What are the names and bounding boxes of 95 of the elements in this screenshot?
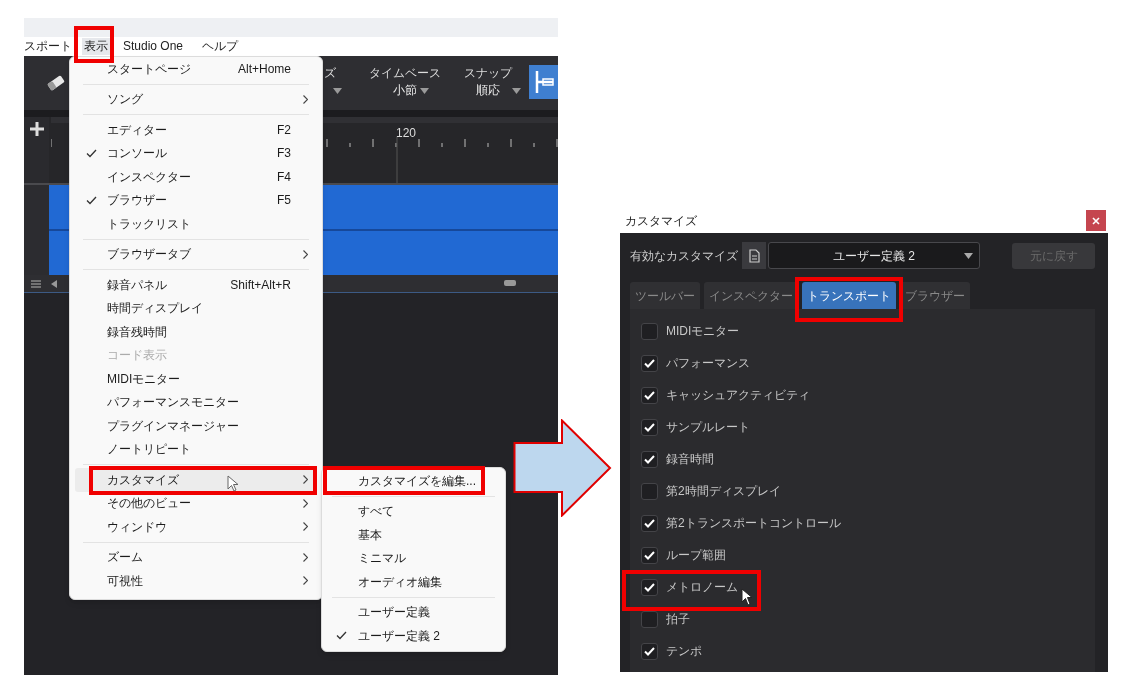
menu-item[interactable]: 時間ディスプレイ [75, 296, 317, 320]
toolbar-value[interactable]: 小節 [393, 83, 417, 97]
checkbox[interactable] [641, 578, 658, 596]
menu-item[interactable]: ミニマル [324, 546, 503, 570]
checkbox[interactable] [641, 418, 658, 436]
checkbox[interactable] [641, 546, 658, 564]
tab[interactable]: トランスポート [802, 282, 896, 309]
checkbox-label: パフォーマンス [666, 355, 750, 372]
mouse-pointer-icon [227, 475, 239, 492]
menu-item[interactable]: ユーザー定義 2 [324, 624, 503, 648]
dropdown-caret-icon[interactable] [333, 88, 342, 94]
menu-item[interactable]: トラックリスト [75, 212, 317, 236]
menu-item[interactable]: ブラウザー F5 [75, 188, 317, 212]
chevron-right-icon [302, 498, 308, 508]
menu-item[interactable]: 録音パネル Shift+Alt+R [75, 273, 317, 297]
chevron-right-icon [302, 522, 308, 532]
tab[interactable]: ブラウザー [900, 282, 970, 309]
menu-item[interactable]: ウィンドウ [75, 515, 317, 539]
check-icon [644, 454, 655, 464]
checkbox-label: ループ範囲 [666, 547, 726, 564]
checkbox[interactable] [641, 514, 658, 532]
scroll-thumb[interactable] [504, 280, 516, 286]
checkbox-label: 録音時間 [666, 451, 714, 468]
chevron-right-icon [302, 576, 308, 586]
toolbar-value[interactable]: 順応 [476, 83, 500, 97]
check-icon [644, 358, 655, 368]
menu-item[interactable]: スタートページ Alt+Home [75, 57, 317, 81]
chevron-right-icon [302, 94, 308, 104]
highlight-frame [74, 26, 114, 63]
scroll-left-icon[interactable] [51, 279, 57, 288]
bar-number: 120 [396, 125, 417, 142]
checkbox[interactable] [641, 354, 658, 372]
chevron-right-icon [302, 552, 308, 562]
checkbox-label: テンポ [666, 643, 702, 660]
document-icon[interactable] [742, 242, 766, 269]
menu-item[interactable]: プラグインマネージャー [75, 414, 317, 438]
toolbar-label: ズ [324, 66, 336, 80]
menu-item[interactable]: すべて [324, 499, 503, 523]
tab[interactable]: ツールバー [630, 282, 700, 309]
menu-item[interactable]: ソング [75, 87, 317, 111]
menu-item[interactable]: カスタマイズを編集... [324, 469, 503, 493]
menu-bar-item[interactable]: Studio One [121, 38, 186, 55]
checkbox[interactable] [641, 322, 658, 340]
check-icon [644, 518, 655, 528]
menu-bar-item[interactable]: ヘルプ [200, 38, 240, 55]
dropdown-caret-icon[interactable] [420, 88, 429, 94]
checkbox[interactable] [641, 450, 658, 468]
menu-bar-item[interactable]: スポート [24, 38, 72, 55]
chevron-right-icon [302, 475, 308, 485]
checkbox-label: キャッシュアクティビティ [666, 387, 810, 404]
field-label: 有効なカスタマイズ [630, 247, 739, 265]
toolbar-label: タイムベース [369, 66, 441, 80]
check-icon [85, 148, 97, 158]
checkbox[interactable] [641, 386, 658, 404]
tab[interactable]: インスペクター [704, 282, 798, 309]
checkbox-label: 第2トランスポートコントロール [666, 515, 841, 532]
menu-item[interactable]: 可視性 [75, 569, 317, 593]
check-icon [85, 195, 97, 205]
dropdown-field[interactable]: ユーザー定義 2 [768, 242, 980, 269]
dropdown-caret-icon[interactable] [512, 88, 521, 94]
add-icon[interactable] [28, 121, 45, 137]
menu-item[interactable]: ブラウザータブ [75, 242, 317, 266]
mouse-pointer-icon [741, 588, 753, 606]
checkbox[interactable] [641, 642, 658, 660]
checkbox[interactable] [641, 482, 658, 500]
menu-item[interactable]: コンソール F3 [75, 141, 317, 165]
menu-item[interactable]: エディター F2 [75, 118, 317, 142]
tool-button[interactable] [529, 65, 558, 99]
check-icon [644, 422, 655, 432]
chevron-right-icon [302, 249, 308, 259]
menu-item[interactable]: MIDIモニター [75, 367, 317, 391]
menu-item[interactable]: パフォーマンスモニター [75, 390, 317, 414]
checkbox-label: メトロノーム [666, 579, 738, 596]
checkbox-label: サンプルレート [666, 419, 750, 436]
checkbox-label: MIDIモニター [666, 323, 740, 340]
toolbar-label: スナップ [464, 66, 512, 80]
menu-icon[interactable] [31, 279, 41, 288]
close-button[interactable] [1086, 210, 1106, 231]
menu-item[interactable]: 録音残時間 [75, 320, 317, 344]
dropdown-caret-icon [964, 253, 973, 259]
check-icon [335, 631, 347, 641]
checkbox-label: 拍子 [666, 611, 690, 628]
window-title: カスタマイズ [625, 212, 698, 230]
menu-item[interactable]: ノートリピート [75, 437, 317, 461]
check-icon [644, 582, 655, 592]
check-icon [644, 390, 655, 400]
menu-item[interactable]: ズーム [75, 545, 317, 569]
menu-item[interactable]: オーディオ編集 [324, 570, 503, 594]
menu-item[interactable]: ユーザー定義 [324, 600, 503, 624]
menu-item[interactable]: インスペクター F4 [75, 165, 317, 189]
menu-bar-item[interactable]: 表示 [82, 38, 110, 55]
check-icon [644, 550, 655, 560]
check-icon [644, 646, 655, 656]
checkbox-label: 第2時間ディスプレイ [666, 483, 781, 500]
menu-item[interactable]: 基本 [324, 523, 503, 547]
